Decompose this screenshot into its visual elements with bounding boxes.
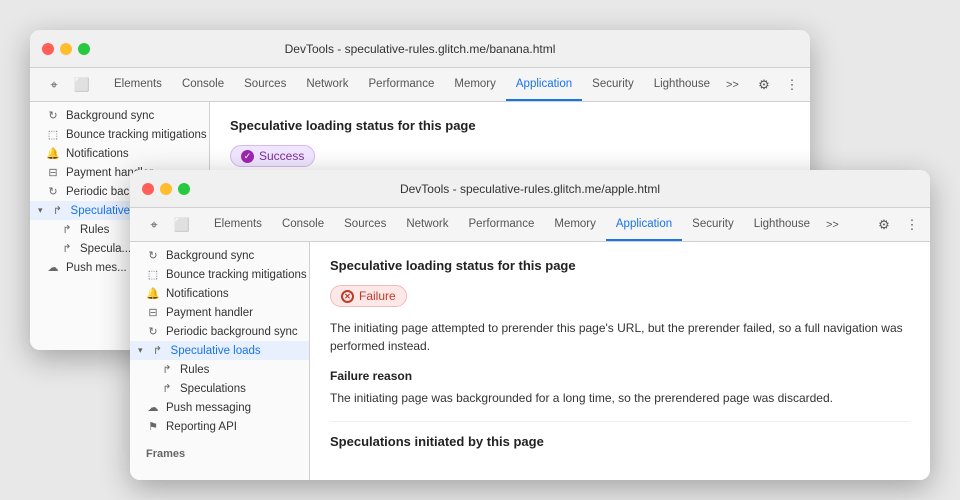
sidebar-item-background-sync-front[interactable]: ↻ Background sync	[130, 246, 309, 265]
periodic-icon-front: ↻	[146, 325, 160, 338]
tab-network-front[interactable]: Network	[396, 208, 458, 241]
push-icon: ☁	[46, 261, 60, 274]
failure-circle-icon: ✕	[341, 290, 354, 303]
minimize-button[interactable]	[60, 43, 72, 55]
push-icon-front: ☁	[146, 401, 160, 414]
tab-elements-front[interactable]: Elements	[204, 208, 272, 241]
status-badge-failure: ✕ Failure	[330, 285, 407, 307]
more-options-icon-back[interactable]: ⋮	[780, 73, 804, 97]
speculations-heading: Speculations initiated by this page	[330, 421, 910, 449]
inspect-icon[interactable]: ⌖	[42, 73, 66, 97]
toolbar-right-front: ⚙ ⋮	[872, 208, 924, 241]
sidebar-item-periodic-front[interactable]: ↻ Periodic background sync	[130, 322, 309, 341]
sidebar-item-speculations-front[interactable]: ↱ Speculations	[130, 379, 309, 398]
traffic-lights-front	[142, 183, 190, 195]
traffic-lights-back	[42, 43, 90, 55]
reporting-icon-front: ⚑	[146, 420, 160, 433]
panel-title-front: Speculative loading status for this page	[330, 258, 910, 273]
sidebar-item-bounce-back[interactable]: ⬚ Bounce tracking mitigations	[30, 125, 209, 144]
tab-security-front[interactable]: Security	[682, 208, 744, 241]
bounce-icon-front: ⬚	[146, 268, 160, 281]
speculations-icon: ↱	[60, 242, 74, 255]
devtools-window-front: DevTools - speculative-rules.glitch.me/a…	[130, 170, 930, 480]
failure-reason-text: The initiating page was backgrounded for…	[330, 389, 910, 407]
notification-icon-front: 🔔	[146, 287, 160, 300]
payment-icon-front: ⊟	[146, 306, 160, 319]
tab-application-front[interactable]: Application	[606, 208, 682, 241]
more-options-icon-front[interactable]: ⋮	[900, 213, 924, 237]
sync-icon-front: ↻	[146, 249, 160, 262]
tab-performance-front[interactable]: Performance	[459, 208, 545, 241]
failure-reason-heading: Failure reason	[330, 369, 910, 383]
speculative-icon-front: ↱	[151, 344, 165, 357]
speculations-icon-front: ↱	[160, 382, 174, 395]
maximize-button-front[interactable]	[178, 183, 190, 195]
tab-memory-front[interactable]: Memory	[544, 208, 606, 241]
devtools-body-front: ↻ Background sync ⬚ Bounce tracking miti…	[130, 242, 930, 480]
main-panel-front: Speculative loading status for this page…	[310, 242, 930, 480]
success-label: Success	[259, 149, 304, 163]
devtools-toolbar-front: ⌖ ⬜ Elements Console Sources Network Per…	[130, 208, 930, 242]
arrow-down-icon-front: ▾	[138, 345, 143, 356]
tab-more-back[interactable]: >>	[720, 68, 745, 101]
notification-icon: 🔔	[46, 147, 60, 160]
speculative-icon: ↱	[51, 204, 65, 217]
tab-security-back[interactable]: Security	[582, 68, 644, 101]
tab-memory-back[interactable]: Memory	[444, 68, 506, 101]
tab-performance-back[interactable]: Performance	[359, 68, 445, 101]
sidebar-item-notifications-back[interactable]: 🔔 Notifications	[30, 144, 209, 163]
toolbar-icons-front: ⌖ ⬜	[136, 208, 200, 241]
tab-application-back[interactable]: Application	[506, 68, 582, 101]
maximize-button[interactable]	[78, 43, 90, 55]
window-title-front: DevTools - speculative-rules.glitch.me/a…	[400, 182, 660, 196]
bounce-icon: ⬚	[46, 128, 60, 141]
payment-icon: ⊟	[46, 166, 60, 179]
success-circle-icon: ✓	[241, 150, 254, 163]
settings-icon-back[interactable]: ⚙	[752, 73, 776, 97]
sidebar-item-push-front[interactable]: ☁ Push messaging	[130, 398, 309, 417]
titlebar-front: DevTools - speculative-rules.glitch.me/a…	[130, 170, 930, 208]
device-icon-front[interactable]: ⬜	[170, 213, 194, 237]
sync-icon: ↻	[46, 109, 60, 122]
sidebar-item-payment-front[interactable]: ⊟ Payment handler	[130, 303, 309, 322]
tab-more-front[interactable]: >>	[820, 208, 845, 241]
sidebar-item-bounce-front[interactable]: ⬚ Bounce tracking mitigations	[130, 265, 309, 284]
close-button-front[interactable]	[142, 183, 154, 195]
failure-description: The initiating page attempted to prerend…	[330, 319, 910, 355]
failure-label: Failure	[359, 289, 396, 303]
tab-sources-back[interactable]: Sources	[234, 68, 296, 101]
device-icon[interactable]: ⬜	[70, 73, 94, 97]
sidebar-item-background-sync-back[interactable]: ↻ Background sync	[30, 106, 209, 125]
panel-title-back: Speculative loading status for this page	[230, 118, 790, 133]
arrow-down-icon: ▾	[38, 205, 43, 216]
sidebar-item-reporting-front[interactable]: ⚑ Reporting API	[130, 417, 309, 436]
toolbar-right-back: ⚙ ⋮	[752, 68, 804, 101]
tab-lighthouse-back[interactable]: Lighthouse	[644, 68, 720, 101]
minimize-button-front[interactable]	[160, 183, 172, 195]
close-button[interactable]	[42, 43, 54, 55]
sidebar-item-notifications-front[interactable]: 🔔 Notifications	[130, 284, 309, 303]
periodic-icon: ↻	[46, 185, 60, 198]
tab-console-back[interactable]: Console	[172, 68, 234, 101]
devtools-toolbar-back: ⌖ ⬜ Elements Console Sources Network Per…	[30, 68, 810, 102]
sidebar-item-rules-front[interactable]: ↱ Rules	[130, 360, 309, 379]
window-title-back: DevTools - speculative-rules.glitch.me/b…	[285, 42, 556, 56]
titlebar-back: DevTools - speculative-rules.glitch.me/b…	[30, 30, 810, 68]
inspect-icon-front[interactable]: ⌖	[142, 213, 166, 237]
rules-icon: ↱	[60, 223, 74, 236]
tab-elements-back[interactable]: Elements	[104, 68, 172, 101]
rules-icon-front: ↱	[160, 363, 174, 376]
tab-network-back[interactable]: Network	[296, 68, 358, 101]
tab-lighthouse-front[interactable]: Lighthouse	[744, 208, 820, 241]
tab-sources-front[interactable]: Sources	[334, 208, 396, 241]
settings-icon-front[interactable]: ⚙	[872, 213, 896, 237]
sidebar-item-speculative-front[interactable]: ▾ ↱ Speculative loads	[130, 341, 309, 360]
tab-console-front[interactable]: Console	[272, 208, 334, 241]
sidebar-front: ↻ Background sync ⬚ Bounce tracking miti…	[130, 242, 310, 480]
toolbar-icons-back: ⌖ ⬜	[36, 68, 100, 101]
status-badge-success: ✓ Success	[230, 145, 315, 167]
frames-section-label: Frames	[130, 444, 309, 464]
